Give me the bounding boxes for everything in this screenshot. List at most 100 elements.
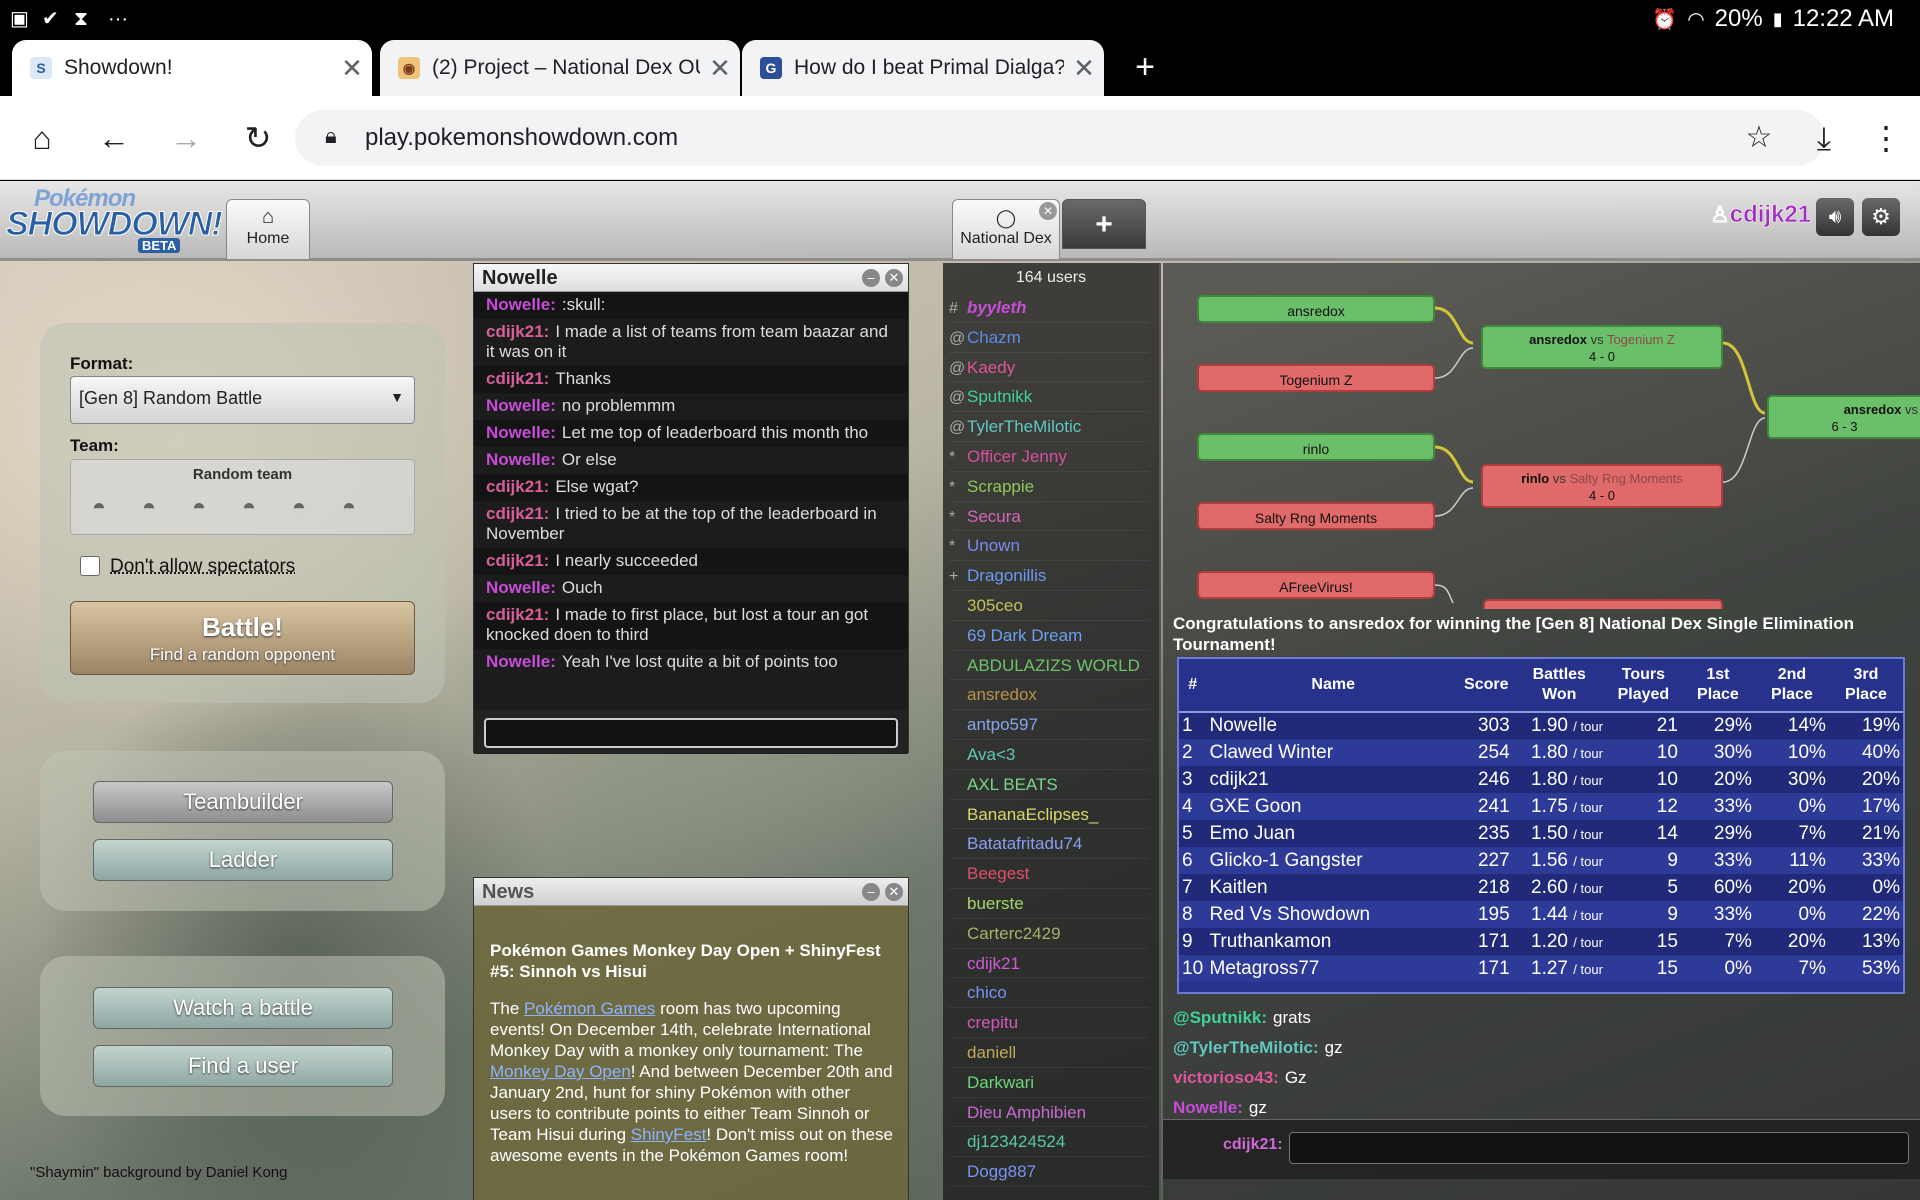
user-list-item[interactable]: Carterc2429 [949, 919, 1149, 949]
browser-tab-gamefaqs[interactable]: G How do I beat Primal Dialga? ✕ [742, 40, 1104, 96]
user-list-item[interactable]: * Secura [949, 502, 1149, 532]
new-tab-button[interactable]: + [1125, 48, 1165, 88]
browser-tab-smogon[interactable]: ◉ (2) Project – National Dex OU ✕ [380, 40, 740, 96]
user-list-item[interactable]: Batatafritadu74 [949, 829, 1149, 860]
user-list-item[interactable]: 305ceo [949, 591, 1149, 621]
user-list-item[interactable]: Dieu Amphibien [949, 1098, 1149, 1128]
user-list-item[interactable]: AXL BEATS [949, 770, 1149, 800]
close-icon[interactable]: ✕ [1064, 53, 1104, 84]
user-list-item[interactable]: ABDULAZIZS WORLD [949, 651, 1149, 681]
chat-username[interactable]: cdijk21: [486, 369, 549, 388]
chat-username[interactable]: @TylerTheMilotic: [1173, 1038, 1319, 1057]
spectators-checkbox[interactable] [80, 556, 100, 576]
chat-username[interactable]: Nowelle: [486, 396, 556, 415]
chat-username[interactable]: victorioso43: [1173, 1068, 1279, 1087]
user-list-item[interactable]: @ Kaedy [949, 353, 1149, 383]
spectators-label[interactable]: Don't allow spectators [110, 556, 295, 578]
user-list-item[interactable]: @ Chazm [949, 323, 1149, 353]
add-room-button[interactable]: + [1062, 199, 1146, 249]
find-user-button[interactable]: Find a user [93, 1045, 393, 1087]
shinyfest-link[interactable]: ShinyFest [631, 1125, 707, 1144]
monkey-day-open-link[interactable]: Monkey Day Open [490, 1062, 631, 1081]
bracket-player[interactable]: rinlo [1197, 433, 1435, 461]
chat-username[interactable]: cdijk21: [486, 322, 549, 341]
cell-second: 7% [1754, 820, 1829, 847]
user-list-item[interactable]: ansredox [949, 680, 1149, 711]
chat-username[interactable]: Nowelle: [486, 450, 556, 469]
address-bar[interactable]: 🔒︎ play.pokemonshowdown.com ☆ [295, 110, 1825, 166]
bracket-player[interactable]: ansredox [1197, 295, 1435, 323]
user-button[interactable]: ♙cdijk21 [1710, 201, 1812, 229]
pokemon-games-link[interactable]: Pokémon Games [524, 999, 655, 1018]
close-icon[interactable]: ✕ [700, 53, 740, 84]
home-icon[interactable]: ⌂ [18, 114, 66, 162]
user-list-item[interactable]: @ TylerTheMilotic [949, 412, 1149, 442]
chat-username[interactable]: Nowelle: [1173, 1098, 1243, 1117]
chat-username[interactable]: cdijk21: [486, 551, 549, 570]
star-icon[interactable]: ☆ [1735, 114, 1783, 162]
sound-button[interactable]: 🔊︎ [1816, 198, 1854, 236]
bracket-player[interactable]: Togenium Z [1197, 364, 1435, 392]
bracket-player[interactable]: AFreeVirus! [1197, 571, 1435, 599]
forward-arrow-icon[interactable]: → [162, 114, 210, 162]
minimize-icon[interactable]: – [862, 883, 880, 901]
team-select[interactable]: Random team ◓ ◓ ◓ ◓ ◓ ◓ [70, 459, 415, 535]
browser-tab-showdown[interactable]: S Showdown! ✕ [12, 40, 372, 96]
chat-username[interactable]: cdijk21: [486, 605, 549, 624]
chat-text: Thanks [555, 369, 612, 388]
user-list-item[interactable]: @ Sputnikk [949, 382, 1149, 413]
user-list-item[interactable]: chico [949, 978, 1149, 1009]
room-chat-input[interactable] [1289, 1132, 1909, 1164]
user-list-item[interactable]: * Officer Jenny [949, 442, 1149, 472]
user-list-item[interactable]: 69 Dark Dream [949, 621, 1149, 651]
bracket-match[interactable]: ansredox vs Togenium Z 4 - 0 [1481, 325, 1723, 369]
showdown-page: Pokémon SHOWDOWN! BETA ⌂ Home ✕ ◯ Nation… [0, 181, 1920, 1200]
bracket-player[interactable]: Salty Rng Moments [1197, 502, 1435, 530]
tab-home[interactable]: ⌂ Home [226, 199, 310, 259]
showdown-logo[interactable]: Pokémon SHOWDOWN! BETA [4, 185, 223, 255]
user-list-item[interactable]: # byyleth [949, 293, 1149, 323]
chat-username[interactable]: cdijk21: [486, 504, 549, 523]
close-icon[interactable]: ✕ [885, 269, 903, 287]
close-icon[interactable]: ✕ [1039, 202, 1057, 220]
chat-username[interactable]: cdijk21: [486, 477, 549, 496]
user-list-item[interactable]: * Scrappie [949, 472, 1149, 502]
chat-username[interactable]: Nowelle: [486, 578, 556, 597]
battle-button[interactable]: Battle! Find a random opponent [70, 601, 415, 675]
user-list-item[interactable]: + Dragonillis [949, 561, 1149, 591]
bracket-match[interactable]: rinlo vs Salty Rng Moments 4 - 0 [1481, 464, 1723, 508]
user-list-item[interactable]: dj123424524 [949, 1127, 1149, 1158]
user-list-item[interactable]: cdijk21 [949, 949, 1149, 979]
user-list-item[interactable]: antpo597 [949, 710, 1149, 740]
reload-icon[interactable]: ↻ [234, 114, 282, 162]
download-icon[interactable]: ⤓ [1800, 114, 1848, 162]
close-icon[interactable]: ✕ [885, 883, 903, 901]
user-list-item[interactable]: buerste [949, 889, 1149, 919]
chat-username[interactable]: Nowelle: [486, 295, 556, 314]
user-list-item[interactable]: Dogg887 [949, 1157, 1149, 1187]
settings-button[interactable]: ⚙ [1862, 198, 1900, 236]
back-arrow-icon[interactable]: ← [90, 114, 138, 162]
watch-battle-button[interactable]: Watch a battle [93, 987, 393, 1029]
user-list-item[interactable]: daniell [949, 1038, 1149, 1068]
chat-username[interactable]: Nowelle: [486, 423, 556, 442]
chat-username[interactable]: Nowelle: [486, 652, 556, 671]
user-list-item[interactable]: Darkwari [949, 1068, 1149, 1098]
tab-national-dex[interactable]: ✕ ◯ National Dex [952, 199, 1060, 259]
format-select[interactable]: [Gen 8] Random Battle ▼ [70, 376, 415, 424]
room-chat-log: @Sputnikk: grats @TylerTheMilotic: gz victor… [1173, 1003, 1913, 1123]
user-list-item[interactable]: crepitu [949, 1008, 1149, 1038]
teambuilder-button[interactable]: Teambuilder [93, 781, 393, 823]
close-icon[interactable]: ✕ [332, 53, 372, 84]
chat-username[interactable]: @Sputnikk: [1173, 1008, 1267, 1027]
overflow-menu-icon[interactable]: ⋮ [1862, 114, 1910, 162]
pm-chat-input[interactable] [484, 718, 898, 748]
ladder-button[interactable]: Ladder [93, 839, 393, 881]
user-list-item[interactable]: BananaEclipses_ [949, 800, 1149, 830]
bracket-match[interactable]: ansredox vs 6 - 3 [1767, 395, 1920, 439]
minimize-icon[interactable]: – [862, 269, 880, 287]
pm-chat-log: Nowelle::skull: cdijk21: I made a list of … [474, 292, 908, 710]
user-list-item[interactable]: * Unown [949, 531, 1149, 562]
user-list-item[interactable]: Ava<3 [949, 740, 1149, 770]
user-list-item[interactable]: Beegest [949, 859, 1149, 889]
